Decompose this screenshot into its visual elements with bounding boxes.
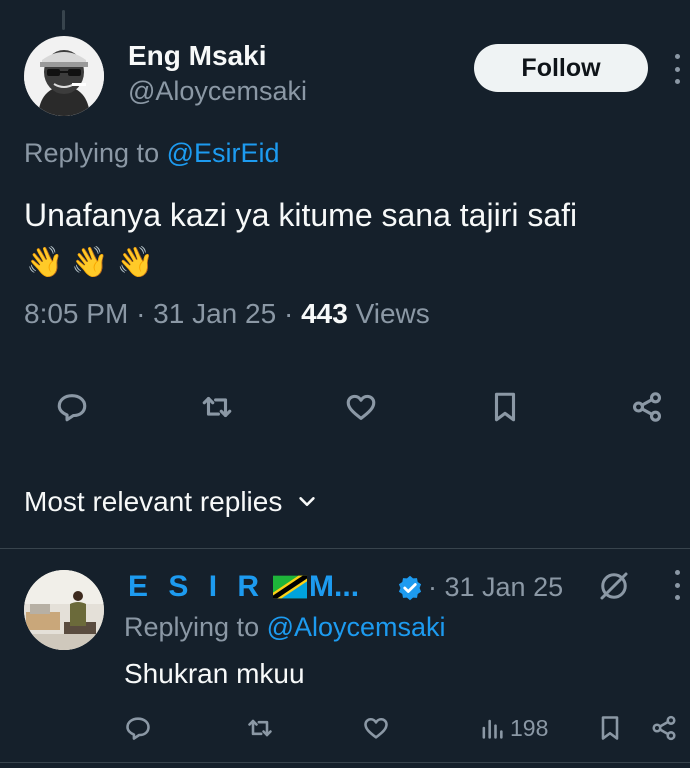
replying-to-handle[interactable]: @EsirEid	[167, 138, 280, 168]
reply-more-options-icon[interactable]	[670, 570, 684, 600]
waving-hand-emoji: 👋	[26, 246, 64, 279]
avatar-portrait-icon	[24, 36, 104, 116]
reply-date[interactable]: · 31 Jan 25	[428, 572, 563, 603]
follow-button[interactable]: Follow	[474, 44, 648, 92]
reply-replying-handle[interactable]: @Aloycemsaki	[267, 612, 446, 642]
author-handle[interactable]: @Aloycemsaki	[128, 76, 307, 107]
author-name[interactable]: Eng Msaki	[128, 40, 266, 72]
reply-share-button[interactable]	[650, 708, 678, 748]
divider	[0, 762, 690, 763]
reply-bookmark-button[interactable]	[596, 708, 624, 748]
share-icon[interactable]	[624, 384, 670, 430]
reply-replying-to: Replying to @Aloycemsaki	[124, 612, 446, 643]
tweet-text: Unafanya kazi ya kitume sana tajiri safi	[24, 197, 578, 233]
reply-icon[interactable]	[49, 384, 95, 430]
retweet-icon	[248, 719, 272, 737]
tweet-emojis: 👋 👋 👋	[26, 246, 154, 280]
reply-author-name-text: E S I R	[128, 570, 266, 603]
replies-sort-selector[interactable]: Most relevant replies	[24, 486, 318, 518]
reply-author-name[interactable]: E S I R M...	[128, 570, 359, 604]
more-options-icon[interactable]	[670, 54, 684, 84]
bookmark-icon	[601, 716, 619, 740]
date-separator: ·	[428, 572, 445, 602]
waving-hand-emoji: 👋	[116, 246, 155, 279]
meta-separator: ·	[283, 298, 302, 329]
avatar-photo-icon	[24, 570, 104, 650]
views-chart-icon	[482, 719, 503, 739]
bookmark-icon[interactable]	[482, 384, 528, 430]
reply-views-button[interactable]: 198	[478, 708, 548, 748]
like-icon[interactable]	[338, 384, 384, 430]
retweet-icon[interactable]	[194, 384, 240, 430]
reply-icon	[126, 717, 150, 740]
reply-retweet-button[interactable]	[246, 708, 274, 748]
reply-reply-button[interactable]	[124, 708, 152, 748]
grok-icon[interactable]	[596, 568, 632, 604]
replying-to: Replying to @EsirEid	[24, 138, 280, 169]
reply-views-count: 198	[510, 714, 549, 741]
sort-label: Most relevant replies	[24, 486, 283, 517]
meta-separator: ·	[136, 298, 154, 329]
reply-date-text: 31 Jan 25	[444, 572, 564, 602]
reply-text: Shukran mkuu	[124, 658, 305, 689]
verified-badge-icon	[398, 575, 422, 601]
reply-author-avatar[interactable]	[24, 570, 104, 650]
waving-hand-emoji: 👋	[71, 246, 109, 279]
thread-connector	[62, 10, 65, 30]
share-icon	[652, 715, 676, 741]
tanzania-flag-icon	[273, 575, 308, 599]
tweet-time[interactable]: 8:05 PM	[24, 298, 128, 329]
tweet-meta: 8:05 PM · 31 Jan 25 · 443 Views	[24, 298, 430, 330]
views-count: 443	[301, 298, 348, 329]
reply-author-name-suffix: M...	[309, 570, 360, 603]
like-icon	[364, 717, 388, 739]
tweet-date[interactable]: 31 Jan 25	[153, 298, 276, 329]
divider	[0, 548, 690, 549]
chevron-down-icon	[299, 497, 316, 507]
author-avatar[interactable]	[24, 36, 104, 116]
views-label: Views	[355, 298, 430, 329]
reply-like-button[interactable]	[362, 708, 390, 748]
replying-prefix: Replying to	[24, 138, 167, 168]
reply-replying-prefix: Replying to	[124, 612, 267, 642]
